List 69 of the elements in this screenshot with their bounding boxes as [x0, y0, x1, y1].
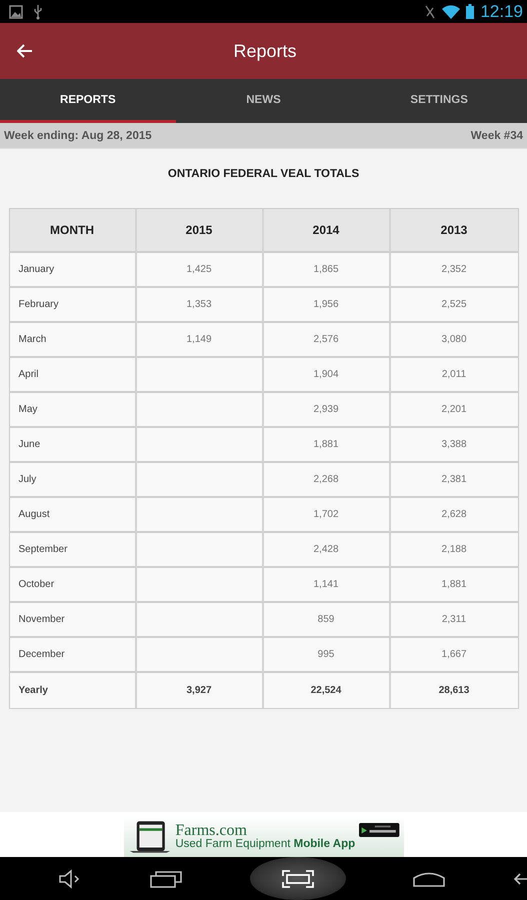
table-cell: 2,939 [264, 393, 390, 428]
table-cell: 3,080 [390, 323, 518, 358]
column-header: 2015 [136, 209, 264, 253]
table-cell: June [10, 428, 136, 463]
screen-title: Reports [234, 40, 294, 62]
clock-time: 12:19 [480, 2, 523, 22]
report-title: ONTARIO FEDERAL VEAL TOTALS [168, 168, 360, 180]
table-cell: 1,702 [264, 498, 390, 533]
table-cell: 1,904 [264, 358, 390, 393]
table-cell: 995 [264, 638, 390, 673]
column-header: 2014 [264, 209, 390, 253]
table-cell: 2,011 [390, 358, 518, 393]
table-cell: 1,881 [390, 568, 518, 603]
wifi-icon [442, 4, 460, 18]
table-cell: 2,628 [390, 498, 518, 533]
table-cell: 1,881 [264, 428, 390, 463]
phone-icon [128, 819, 172, 855]
table-cell: April [10, 358, 136, 393]
table-cell: 859 [264, 603, 390, 638]
back-arrow-icon[interactable] [17, 44, 33, 58]
table-cell: 1,956 [264, 288, 390, 323]
table-cell: August [10, 498, 136, 533]
screenshot-icon [282, 870, 314, 888]
table-cell: 2,352 [390, 253, 518, 288]
table-cell: January [10, 253, 136, 288]
table-cell: February [10, 288, 136, 323]
table-cell: 2,201 [390, 393, 518, 428]
tab[interactable]: NEWS [176, 79, 352, 123]
google-play-badge-icon [359, 822, 400, 838]
column-header: 2013 [390, 209, 518, 253]
table-cell: 2,381 [390, 463, 518, 498]
table-cell-text: 28,613 [438, 684, 470, 698]
ad-brand: Farms.com [175, 823, 247, 840]
back-icon[interactable] [513, 870, 527, 886]
recent-apps-icon[interactable] [150, 870, 182, 888]
table-cell: 22,524 [264, 673, 390, 708]
table-cell: October [10, 568, 136, 603]
table-cell: 1,667 [390, 638, 518, 673]
table-cell: 2,311 [390, 603, 518, 638]
table-cell: November [10, 603, 136, 638]
column-header: MONTH [10, 209, 136, 253]
table-cell: 2,268 [264, 463, 390, 498]
table-cell: 1,141 [264, 568, 390, 603]
week-ending-label: Week ending: Aug 28, 2015 [4, 130, 152, 142]
table-cell: 3,388 [390, 428, 518, 463]
table-cell: 1,149 [136, 323, 264, 358]
picture-icon [9, 4, 23, 18]
table-cell: 2,188 [390, 533, 518, 568]
week-number-label: Week #34 [470, 130, 523, 142]
table-cell: 1,353 [136, 288, 264, 323]
table-cell: 2,525 [390, 288, 518, 323]
table-cell: 3,927 [136, 673, 264, 708]
table-cell: 1,865 [264, 253, 390, 288]
table-cell: September [10, 533, 136, 568]
table-cell: December [10, 638, 136, 673]
table-cell: 2,428 [264, 533, 390, 568]
tab[interactable]: SETTINGS [351, 79, 527, 123]
ad-banner[interactable]: Farms.com Used Farm Equipment Mobile App [124, 817, 404, 857]
table-cell: March [10, 323, 136, 358]
table-cell: May [10, 393, 136, 428]
battery-icon [466, 4, 474, 19]
table-cell: July [10, 463, 136, 498]
home-icon[interactable] [413, 870, 446, 886]
ad-tagline: Used Farm Equipment Mobile App [175, 839, 356, 851]
table-cell: 2,576 [264, 323, 390, 358]
table-cell: Yearly [10, 673, 136, 708]
usb-icon [33, 4, 43, 20]
volume-icon[interactable] [58, 868, 82, 888]
table-cell: 1,425 [136, 253, 264, 288]
